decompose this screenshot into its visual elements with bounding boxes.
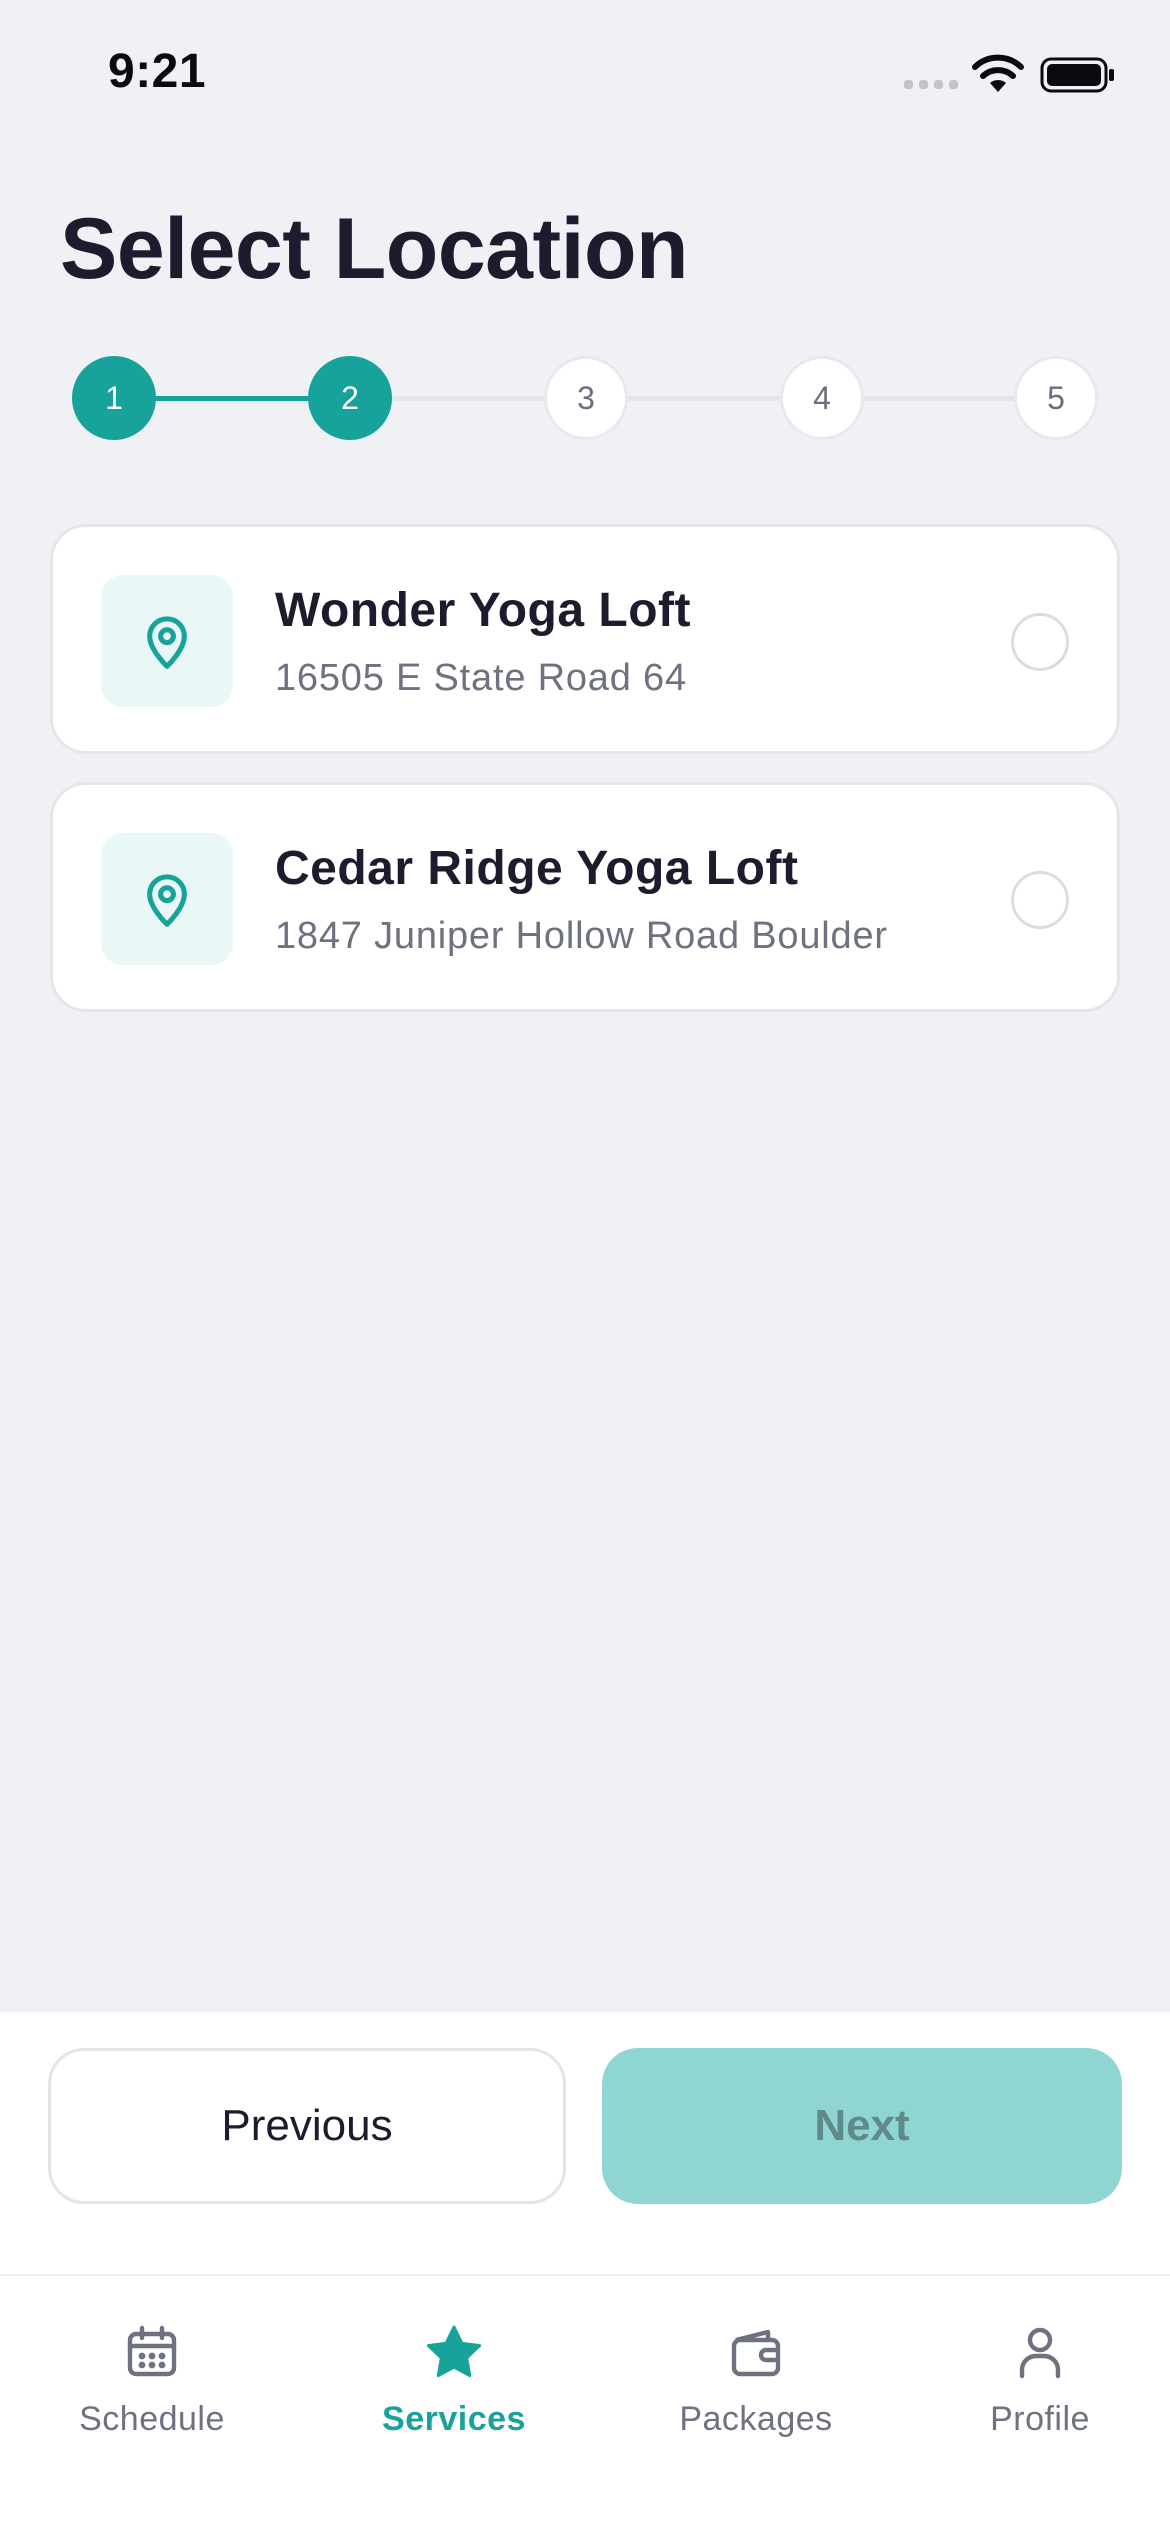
location-card-wonder-yoga-loft[interactable]: Wonder Yoga Loft 16505 E State Road 64 [50,524,1120,754]
progress-stepper: 1 2 3 4 5 [72,356,1098,440]
tab-label: Schedule [79,2400,225,2438]
step-4: 4 [780,356,864,440]
status-bar: 9:21 [0,0,1170,150]
page-title: Select Location [60,201,689,297]
tab-label: Services [382,2400,526,2438]
location-card-cedar-ridge-yoga-loft[interactable]: Cedar Ridge Yoga Loft 1847 Juniper Hollo… [50,782,1120,1012]
status-time: 9:21 [108,45,207,98]
tab-schedule[interactable]: Schedule [32,2316,272,2466]
star-icon [426,2325,482,2378]
location-radio[interactable] [1011,613,1069,671]
wifi-icon [972,54,1024,92]
tab-label: Profile [990,2400,1090,2438]
map-pin-icon [101,833,233,965]
tab-profile[interactable]: Profile [920,2316,1160,2466]
map-pin-icon [101,575,233,707]
location-address: 1847 Juniper Hollow Road Boulder [275,915,888,957]
cellular-signal-icon [904,80,958,89]
tab-packages[interactable]: Packages [636,2316,876,2466]
calendar-icon [127,2325,177,2377]
battery-icon [1040,57,1114,93]
step-2: 2 [308,356,392,440]
bottom-tab-bar: Schedule Services Packages Profile [0,2274,1170,2532]
tab-services[interactable]: Services [334,2316,574,2466]
step-1: 1 [72,356,156,440]
location-name: Cedar Ridge Yoga Loft [275,842,799,895]
tab-label: Packages [679,2400,833,2438]
wizard-action-bar: Previous Next [0,2012,1170,2274]
user-icon [1019,2327,1061,2379]
step-5: 5 [1014,356,1098,440]
location-name: Wonder Yoga Loft [275,584,691,637]
location-radio[interactable] [1011,871,1069,929]
next-button[interactable]: Next [602,2048,1122,2204]
location-address: 16505 E State Road 64 [275,657,687,699]
wallet-icon [731,2329,781,2377]
step-3: 3 [544,356,628,440]
previous-button[interactable]: Previous [48,2048,566,2204]
